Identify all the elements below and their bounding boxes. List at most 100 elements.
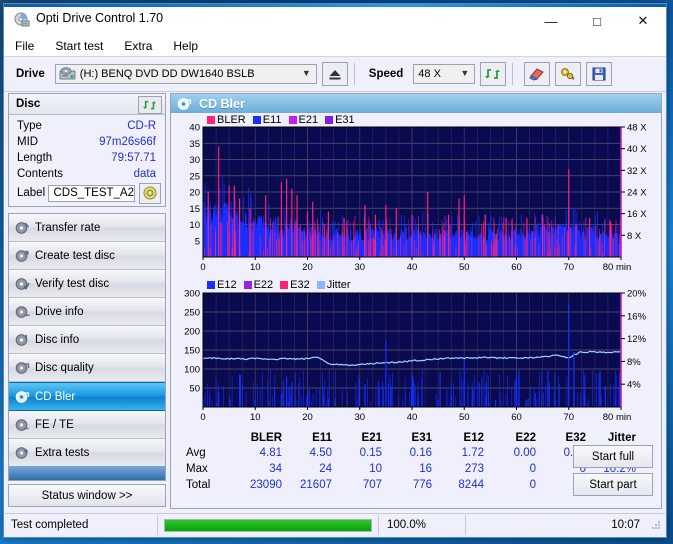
- eject-button[interactable]: [321, 62, 348, 86]
- sidebar-item-drive-info[interactable]: Drive info: [9, 298, 165, 326]
- menu-item-file[interactable]: File: [12, 38, 37, 54]
- disc-refresh-button[interactable]: [138, 96, 162, 114]
- disc-row-key: MID: [17, 136, 39, 148]
- erase-button[interactable]: [524, 62, 551, 86]
- stats-col-e21: E21: [361, 432, 382, 444]
- svg-text:10: 10: [189, 220, 200, 231]
- status-window-button[interactable]: Status window >>: [8, 484, 166, 507]
- svg-text:250: 250: [184, 308, 200, 319]
- legend-swatch: [325, 116, 334, 124]
- sidebar-item-label: Disc info: [35, 333, 80, 346]
- tools-button[interactable]: [555, 62, 582, 86]
- sidebar-item-fe-te[interactable]: FE / TE: [9, 411, 165, 439]
- legend-entry-jitter: Jitter: [316, 279, 351, 291]
- chevron-down-icon: ▼: [301, 68, 311, 78]
- svg-text:20: 20: [302, 412, 313, 423]
- legend-label: E32: [290, 279, 310, 291]
- speed-select[interactable]: 48 X ▼: [413, 64, 476, 84]
- svg-text:20%: 20%: [627, 289, 647, 300]
- disc-row-value: 79:57.71: [111, 152, 156, 164]
- top-chart[interactable]: 5 10 15 20 25 30 35 40 0 10 20 30 40 50 60 70 80 min 8 X 1…: [171, 113, 661, 279]
- stats-cell: 776: [412, 479, 432, 491]
- stats-row-avg: Avg 4.81 4.50 0.15 0.16 1.72 0.00 0.00 8…: [185, 445, 637, 461]
- bottom-chart-container: E12 E22 E32 Jitter 50 100 150 200 250 30…: [171, 279, 661, 429]
- sidebar-item-label: Verify test disc: [35, 277, 110, 290]
- disc-row-contents: Contents data: [9, 166, 165, 182]
- legend-label: Jitter: [326, 279, 351, 291]
- window-title: Opti Drive Control 1.70: [36, 11, 164, 25]
- stats-col-jitter: Jitter: [607, 432, 636, 444]
- sidebar-item-label: Extra tests: [35, 446, 90, 459]
- stats-cell: 10: [369, 463, 382, 475]
- stats-cell: 0: [529, 479, 536, 491]
- svg-text:20: 20: [302, 262, 313, 273]
- sidebar-item-transfer-rate[interactable]: Transfer rate: [9, 214, 165, 242]
- svg-text:25: 25: [189, 171, 200, 182]
- disc-burn-icon: [9, 249, 35, 263]
- eject-icon: [329, 69, 341, 79]
- stats-row-total: Total 23090 21607 707 776 8244 0 0: [185, 477, 637, 493]
- drive-info-icon: [9, 305, 35, 319]
- sidebar-item-create-test-disc[interactable]: Create test disc: [9, 242, 165, 270]
- legend-label: E21: [298, 114, 319, 126]
- disc-label-input[interactable]: CDS_TEST_A2: [48, 184, 135, 202]
- resize-grip-icon[interactable]: [650, 519, 662, 531]
- disc-label-row: Label CDS_TEST_A2: [9, 182, 165, 204]
- start-full-button[interactable]: Start full: [573, 445, 653, 468]
- nav-list-filler: [9, 466, 165, 480]
- svg-text:8 X: 8 X: [627, 231, 642, 242]
- svg-text:80 min: 80 min: [603, 262, 632, 273]
- sidebar-item-disc-quality[interactable]: Disc quality: [9, 354, 165, 382]
- sidebar-item-extra-tests[interactable]: Extra tests: [9, 439, 165, 466]
- legend-swatch: [207, 281, 215, 289]
- legend-swatch: [243, 281, 252, 289]
- sidebar-item-verify-test-disc[interactable]: Verify test disc: [9, 270, 165, 298]
- disc-row-key: Contents: [17, 168, 64, 180]
- legend-swatch: [280, 281, 289, 289]
- stats-area: BLER E11 E21 E31 E12 E22 E32 Jitter Avg: [171, 429, 661, 513]
- stats-col-e31: E31: [411, 432, 432, 444]
- toolbar-divider-2: [512, 63, 514, 85]
- sidebar-item-cd-bler[interactable]: CD Bler: [9, 382, 165, 411]
- minimize-button[interactable]: —: [528, 7, 574, 35]
- sidebar-item-label: Disc quality: [35, 361, 94, 374]
- legend-swatch: [252, 116, 261, 124]
- cd-bler-icon: [177, 97, 192, 110]
- menu-item-start-test[interactable]: Start test: [52, 38, 106, 54]
- svg-text:16 X: 16 X: [627, 209, 647, 220]
- menu-item-extra[interactable]: Extra: [121, 38, 155, 54]
- stats-col-e11: E11: [312, 432, 332, 444]
- drive-select[interactable]: (H:) BENQ DVD DD DW1640 BSLB ▼: [54, 64, 317, 84]
- sidebar-item-disc-info[interactable]: Disc info: [9, 326, 165, 354]
- bottom-chart[interactable]: 50 100 150 200 250 300 0 10 20 30 40 50 60 70 80 min 4%…: [171, 279, 661, 429]
- svg-text:40: 40: [407, 262, 418, 273]
- svg-text:4%: 4%: [627, 380, 641, 391]
- refresh-speed-button[interactable]: [480, 62, 507, 86]
- maximize-button[interactable]: □: [574, 7, 620, 35]
- svg-text:35: 35: [189, 139, 200, 150]
- legend-swatch: [207, 116, 215, 124]
- sidebar-item-label: FE / TE: [35, 418, 74, 431]
- legend-entry-bler: BLER: [207, 114, 246, 126]
- legend-entry-e21: E21: [288, 114, 319, 126]
- content-header: CD Bler: [171, 94, 661, 113]
- svg-text:15: 15: [189, 204, 200, 215]
- save-button[interactable]: [586, 62, 613, 86]
- stats-cell: 4.50: [309, 447, 332, 459]
- svg-text:40 X: 40 X: [627, 144, 647, 155]
- stats-cell: 16: [419, 463, 432, 475]
- close-button[interactable]: ✕: [620, 7, 666, 35]
- svg-text:50: 50: [459, 412, 470, 423]
- svg-text:40: 40: [407, 412, 418, 423]
- progress-track: [164, 518, 372, 532]
- legend-entry-e32: E32: [280, 279, 310, 291]
- start-part-button[interactable]: Start part: [573, 473, 653, 496]
- menu-item-help[interactable]: Help: [170, 38, 201, 54]
- disc-row-key: Length: [17, 152, 53, 164]
- disc-label-button[interactable]: [138, 182, 161, 204]
- legend-entry-e31: E31: [325, 114, 355, 126]
- disc-row-value: 97m26s66f: [99, 136, 156, 148]
- svg-text:80 min: 80 min: [603, 412, 632, 423]
- disc-row-value: CD-R: [127, 120, 156, 132]
- progress-bar: [158, 518, 372, 532]
